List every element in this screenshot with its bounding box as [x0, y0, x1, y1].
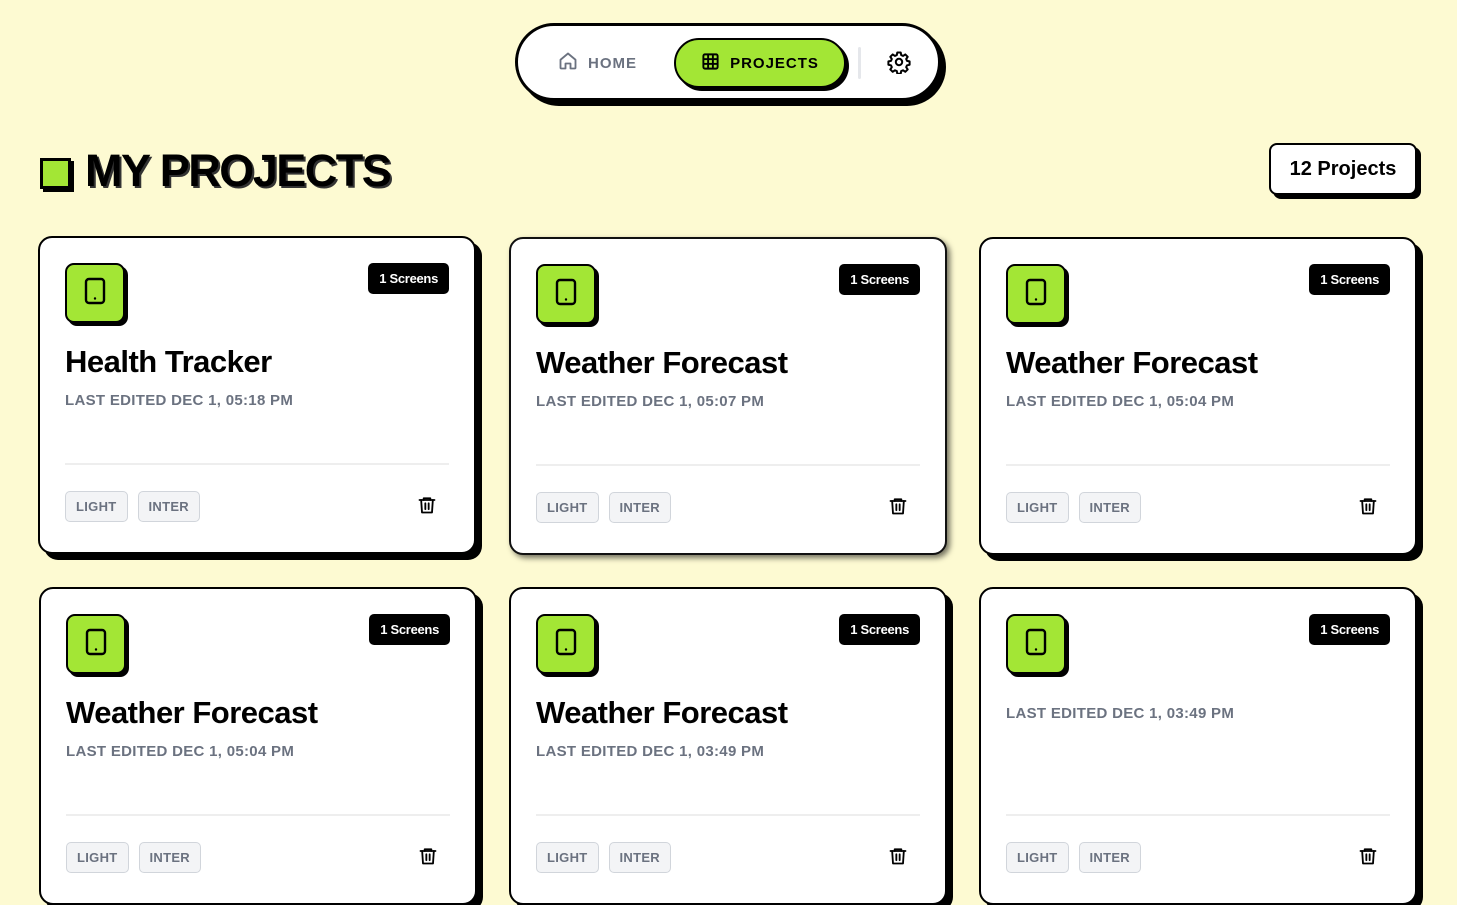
tag-light: LIGHT — [1006, 842, 1069, 873]
gear-icon — [887, 50, 911, 79]
screens-badge: 1 Screens — [368, 263, 449, 294]
card-tags: LIGHT INTER — [1006, 842, 1141, 873]
delete-button[interactable] — [887, 847, 909, 869]
project-card[interactable]: 1 Screens Weather Forecast LAST EDITED D… — [979, 237, 1417, 555]
project-card[interactable]: 1 Screens Health Tracker LAST EDITED DEC… — [38, 236, 476, 554]
screens-badge: 1 Screens — [839, 614, 920, 645]
last-edited-date: LAST EDITED DEC 1, 05:04 PM — [1006, 393, 1235, 410]
tablet-icon — [1025, 278, 1047, 311]
card-divider — [536, 814, 920, 816]
project-title: Weather Forecast — [66, 695, 318, 730]
tag-inter: INTER — [138, 842, 201, 873]
top-nav: HOME PROJECTS — [515, 23, 941, 101]
card-divider — [1006, 814, 1390, 816]
tag-light: LIGHT — [536, 842, 599, 873]
card-tags: LIGHT INTER — [65, 491, 200, 522]
delete-button[interactable] — [887, 497, 909, 519]
trash-icon — [1358, 846, 1378, 871]
card-divider — [66, 814, 450, 816]
last-edited-date: LAST EDITED DEC 1, 03:49 PM — [536, 743, 765, 760]
card-icon — [1006, 264, 1066, 324]
home-icon — [558, 51, 578, 75]
last-edited-date: LAST EDITED DEC 1, 05:04 PM — [66, 743, 295, 760]
tag-light: LIGHT — [65, 491, 128, 522]
trash-icon — [1358, 496, 1378, 521]
card-icon — [65, 263, 125, 323]
screens-badge: 1 Screens — [369, 614, 450, 645]
tag-inter: INTER — [1078, 492, 1141, 523]
last-edited-date: LAST EDITED DEC 1, 05:07 PM — [536, 393, 765, 410]
project-title: Weather Forecast — [1006, 345, 1258, 380]
tablet-icon — [84, 277, 106, 310]
tablet-icon — [85, 628, 107, 661]
trash-icon — [888, 846, 908, 871]
page-header: MY PROJECTS — [40, 145, 392, 196]
card-divider — [1006, 464, 1390, 466]
screens-badge: 1 Screens — [839, 264, 920, 295]
tag-inter: INTER — [608, 842, 671, 873]
tag-light: LIGHT — [536, 492, 599, 523]
card-icon — [536, 264, 596, 324]
settings-button[interactable] — [886, 51, 912, 77]
card-divider — [536, 464, 920, 466]
last-edited-date: LAST EDITED DEC 1, 03:49 PM — [1006, 705, 1235, 722]
tag-light: LIGHT — [1006, 492, 1069, 523]
grid-icon — [701, 52, 720, 75]
card-icon — [536, 614, 596, 674]
project-count-badge: 12 Projects — [1269, 143, 1417, 195]
delete-button[interactable] — [416, 496, 438, 518]
nav-home-label: HOME — [588, 54, 637, 72]
card-tags: LIGHT INTER — [66, 842, 201, 873]
project-card[interactable]: 1 Screens LAST EDITED DEC 1, 03:49 PM LI… — [979, 587, 1417, 905]
delete-button[interactable] — [1357, 847, 1379, 869]
last-edited-date: LAST EDITED DEC 1, 05:18 PM — [65, 392, 294, 409]
project-card[interactable]: 1 Screens Weather Forecast LAST EDITED D… — [39, 587, 477, 905]
tag-inter: INTER — [1078, 842, 1141, 873]
tag-inter: INTER — [608, 492, 671, 523]
delete-button[interactable] — [1357, 497, 1379, 519]
tag-inter: INTER — [137, 491, 200, 522]
project-card[interactable]: 1 Screens Weather Forecast LAST EDITED D… — [509, 237, 947, 555]
nav-divider — [858, 47, 861, 79]
project-card[interactable]: 1 Screens Weather Forecast LAST EDITED D… — [509, 587, 947, 905]
nav-projects-button[interactable]: PROJECTS — [674, 38, 846, 88]
screens-badge: 1 Screens — [1309, 614, 1390, 645]
trash-icon — [418, 846, 438, 871]
card-tags: LIGHT INTER — [536, 842, 671, 873]
screens-badge: 1 Screens — [1309, 264, 1390, 295]
card-tags: LIGHT INTER — [536, 492, 671, 523]
tag-light: LIGHT — [66, 842, 129, 873]
delete-button[interactable] — [417, 847, 439, 869]
trash-icon — [417, 495, 437, 520]
nav-home-button[interactable]: HOME — [558, 51, 637, 75]
card-tags: LIGHT INTER — [1006, 492, 1141, 523]
card-divider — [65, 463, 449, 465]
title-square-icon — [40, 157, 71, 189]
tablet-icon — [555, 278, 577, 311]
nav-projects-label: PROJECTS — [730, 54, 819, 72]
project-title: Health Tracker — [65, 344, 272, 379]
project-title: Weather Forecast — [536, 345, 788, 380]
tablet-icon — [1025, 628, 1047, 661]
card-icon — [66, 614, 126, 674]
card-icon — [1006, 614, 1066, 674]
tablet-icon — [555, 628, 577, 661]
page-title: MY PROJECTS — [85, 145, 392, 196]
trash-icon — [888, 496, 908, 521]
project-title: Weather Forecast — [536, 695, 788, 730]
